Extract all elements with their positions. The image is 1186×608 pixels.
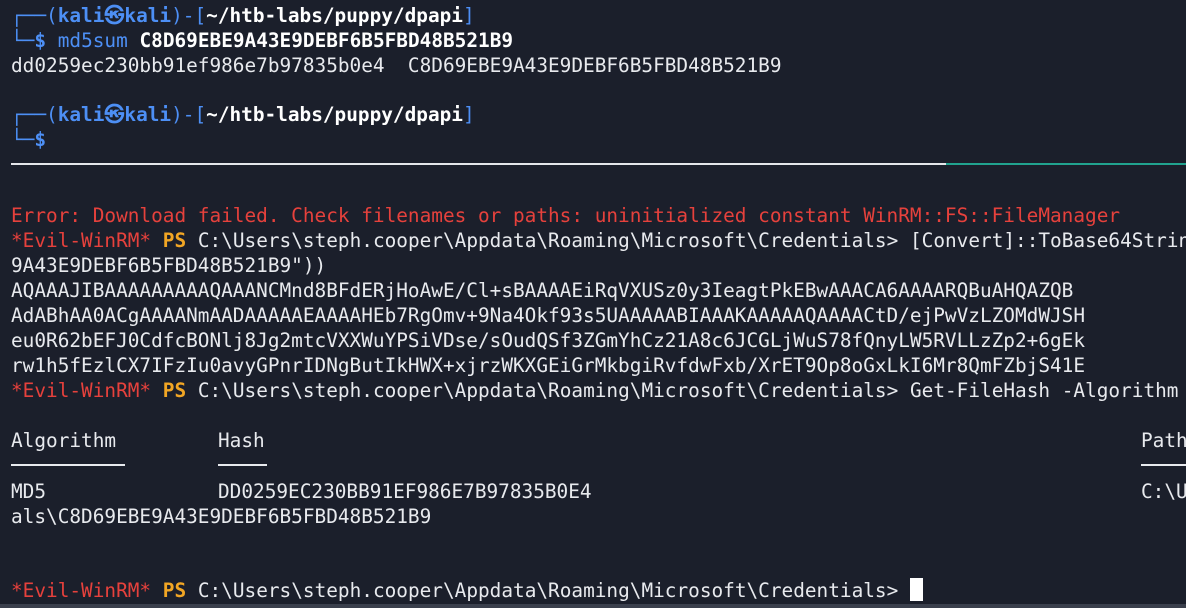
terminal-window[interactable]: ┌──(kali㉿kali)-[~/htb-labs/puppy/dpapi] …: [0, 0, 1186, 608]
prompt-close-bracket: ]: [462, 4, 475, 27]
prompt-user: kali: [57, 103, 105, 126]
row-hash-cell: DD0259EC230BB91EF986E7B97835B0E4: [218, 480, 592, 503]
row-algorithm-cell: MD5: [11, 480, 47, 503]
base64-line: eu0R62bEFJ0CdfcBONlj8Jg2mtcVXXWuYPSiVDse…: [11, 329, 1086, 352]
pane-divider-active[interactable]: [946, 163, 1186, 165]
get-filehash-command: Get-FileHash -Algorithm MD5 .\C8D69EBE9A…: [909, 379, 1179, 402]
prompt-host: kali: [124, 103, 172, 126]
md5sum-output: dd0259ec230bb91ef986e7b97835b0e4 C8D69EB…: [11, 54, 782, 77]
status-bar: [0, 604, 1186, 608]
evil-winrm-prompt-1: *Evil-WinRM* PS C:\Users\steph.cooper\Ap…: [11, 228, 1186, 253]
row-path-wrap: als\C8D69EBE9A43E9DEBF6B5FBD48B521B9: [11, 505, 432, 528]
column-header-algorithm: Algorithm: [11, 429, 117, 452]
prompt-corner-top: ┌──(: [11, 4, 58, 27]
prompt-dollar: $: [34, 29, 47, 52]
evil-winrm-prompt-2: *Evil-WinRM* PS C:\Users\steph.cooper\Ap…: [11, 378, 1186, 403]
skull-icon: ㉿: [104, 102, 125, 126]
prompt-path: ~/htb-labs/puppy/dpapi: [206, 4, 463, 27]
download-error-line: Error: Download failed. Check filenames …: [11, 204, 1121, 227]
prompt-header-2: ┌──(kali㉿kali)-[~/htb-labs/puppy/dpapi]: [11, 102, 475, 127]
base64-line: AQAAAJIBAAAAAAAAAQAAANCMnd8BFdERjHoAwE/C…: [11, 279, 1074, 302]
base64-line: AdABhAA0ACgAAAANmAADAAAAAEAAAAHEb7RgOmv+…: [11, 304, 1086, 327]
prompt-host: kali: [124, 4, 172, 27]
ps-label: PS: [162, 379, 187, 402]
prompt-cwd: C:\Users\steph.cooper\Appdata\Roaming\Mi…: [197, 379, 899, 402]
command-name: md5sum: [57, 29, 128, 52]
prompt-corner-bottom: └─: [11, 128, 35, 151]
convert-command: [Convert]::ToBase64String([IO.File]::Rea…: [909, 229, 1186, 252]
prompt-command-line-2[interactable]: └─$: [11, 127, 46, 152]
prompt-close-bracket: ]: [462, 103, 475, 126]
prompt-header-1: ┌──(kali㉿kali)-[~/htb-labs/puppy/dpapi]: [11, 3, 475, 28]
evil-winrm-tag: *Evil-WinRM*: [11, 579, 152, 602]
prompt-cwd: C:\Users\steph.cooper\Appdata\Roaming\Mi…: [197, 229, 899, 252]
prompt-user: kali: [57, 4, 105, 27]
prompt-path: ~/htb-labs/puppy/dpapi: [206, 103, 463, 126]
block-cursor-icon: [909, 578, 923, 601]
pane-divider[interactable]: [11, 163, 946, 165]
column-underline-algorithm: [11, 464, 125, 466]
column-underline-hash: [218, 464, 267, 466]
convert-command-wrap: 9A43E9DEBF6B5FBD48B521B9")): [11, 254, 327, 277]
prompt-separator: )-[: [171, 4, 207, 27]
prompt-cwd: C:\Users\steph.cooper\Appdata\Roaming\Mi…: [197, 579, 899, 602]
prompt-dollar: $: [34, 128, 47, 151]
evil-winrm-prompt-3[interactable]: *Evil-WinRM* PS C:\Users\steph.cooper\Ap…: [11, 578, 923, 603]
prompt-corner-bottom: └─: [11, 29, 35, 52]
evil-winrm-tag: *Evil-WinRM*: [11, 229, 152, 252]
column-underline-path: [1141, 464, 1186, 466]
skull-icon: ㉿: [104, 3, 125, 27]
column-header-hash: Hash: [218, 429, 265, 452]
ps-label: PS: [162, 579, 187, 602]
prompt-separator: )-[: [171, 103, 207, 126]
row-path-cell: C:\Users\steph.cooper\Appdata\Roaming\Mi…: [1141, 480, 1186, 503]
column-header-path: Path: [1141, 429, 1186, 452]
ps-label: PS: [162, 229, 187, 252]
evil-winrm-tag: *Evil-WinRM*: [11, 379, 152, 402]
prompt-corner-top: ┌──(: [11, 103, 58, 126]
prompt-command-line-1: └─$ md5sum C8D69EBE9A43E9DEBF6B5FBD48B52…: [11, 28, 513, 53]
base64-line: rw1h5fEzlCX7IFzIu0avyGPnrIDNgButIkHWX+xj…: [11, 354, 1086, 377]
command-argument: C8D69EBE9A43E9DEBF6B5FBD48B521B9: [139, 29, 514, 52]
